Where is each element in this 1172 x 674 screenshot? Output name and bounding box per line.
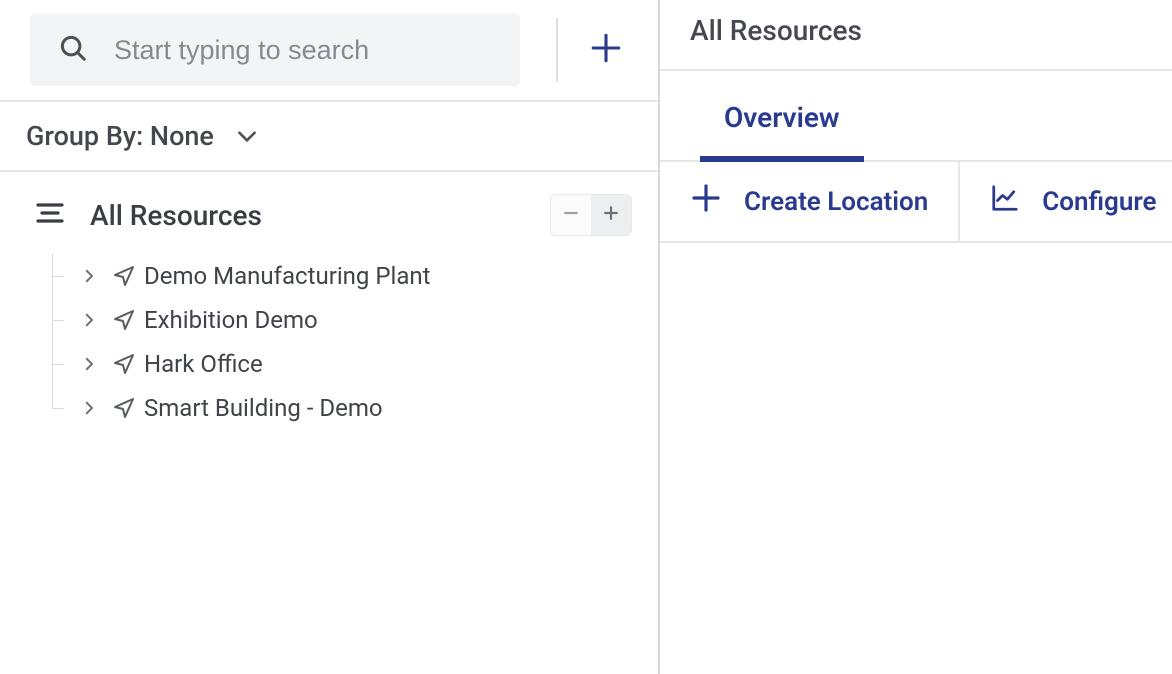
tab-overview[interactable]: Overview [690,71,874,160]
tree-header: All Resources [0,172,658,246]
search-box[interactable] [30,14,520,86]
tree-title: All Resources [90,199,550,232]
divider [556,18,558,82]
location-icon [104,396,144,420]
chevron-right-icon[interactable] [74,399,104,417]
search-icon [58,33,88,67]
group-by-selector[interactable]: Group By: None [0,102,658,172]
tree-node-label: Hark Office [144,350,263,378]
tree-node[interactable]: Smart Building - Demo [48,386,658,430]
chart-icon [990,183,1042,220]
list-icon [34,197,66,233]
chevron-right-icon[interactable] [74,311,104,329]
action-label: Create Location [744,187,928,217]
expand-all-button[interactable] [591,195,631,235]
collapse-all-button[interactable] [551,195,591,235]
create-location-button[interactable]: Create Location [660,162,960,241]
tab-bar: Overview [660,71,1172,162]
action-bar: Create Location Configure [660,162,1172,243]
plus-icon [601,203,621,227]
chevron-down-icon [234,123,260,149]
search-input[interactable] [114,35,492,66]
chevron-right-icon[interactable] [74,267,104,285]
tree-node-label: Exhibition Demo [144,306,318,334]
tree-node[interactable]: Hark Office [48,342,658,386]
group-by-label: Group By: None [26,120,214,152]
left-panel: Group By: None All Resources [0,0,660,674]
configure-button[interactable]: Configure [960,162,1172,241]
tree-node[interactable]: Demo Manufacturing Plant [48,254,658,298]
add-button[interactable] [582,26,630,74]
tree-node[interactable]: Exhibition Demo [48,298,658,342]
tab-label: Overview [724,101,840,134]
location-icon [104,352,144,376]
tree-node-label: Demo Manufacturing Plant [144,262,431,290]
resource-tree: Demo Manufacturing Plant Exhibition Demo [0,246,658,430]
expand-collapse-group [550,194,632,236]
plus-icon [589,31,623,69]
chevron-right-icon[interactable] [74,355,104,373]
location-icon [104,264,144,288]
location-icon [104,308,144,332]
action-label: Configure [1042,187,1156,217]
search-row [0,0,658,102]
minus-icon [561,203,581,227]
right-panel: All Resources Overview Create Location C… [660,0,1172,674]
page-title: All Resources [660,0,1172,71]
tree-node-label: Smart Building - Demo [144,394,383,422]
plus-icon [690,182,744,221]
